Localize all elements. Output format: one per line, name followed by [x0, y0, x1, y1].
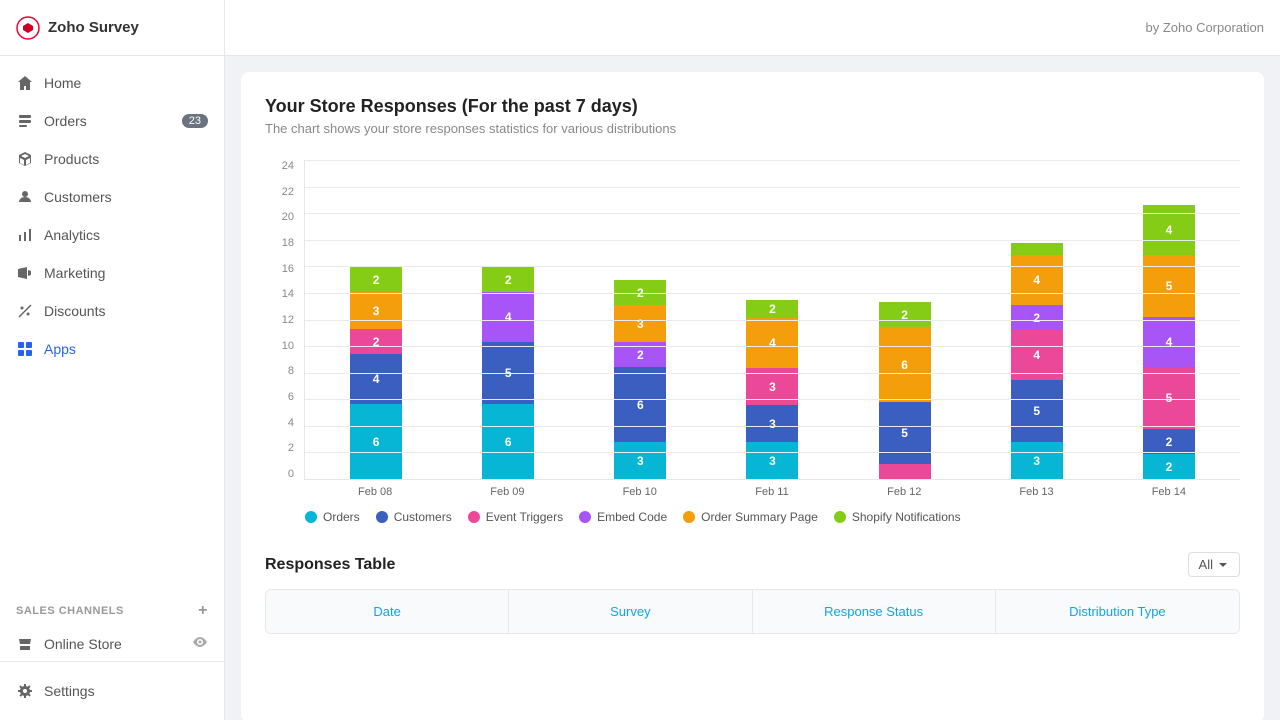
bars-row: 6 4 2 3 2 6 [305, 160, 1240, 479]
app-logo-text: Zoho Survey [48, 19, 139, 36]
legend-customers: Customers [376, 510, 452, 524]
y-axis: 0 2 4 6 8 10 12 14 16 18 20 22 24 [265, 160, 300, 480]
marketing-icon [16, 264, 34, 282]
table-header-distribution-type: Distribution Type [996, 590, 1239, 633]
sidebar-item-settings-label: Settings [44, 683, 95, 699]
bar-group-feb12: 5 6 2 [844, 160, 966, 479]
legend-embed-code-label: Embed Code [597, 510, 667, 524]
chart-legend: Orders Customers Event Triggers Embed Co… [265, 510, 1240, 524]
legend-customers-label: Customers [394, 510, 452, 524]
sidebar-item-marketing[interactable]: Marketing [0, 254, 224, 292]
orders-icon [16, 112, 34, 130]
zoho-survey-logo-icon [16, 16, 40, 40]
sidebar-settings-section: Settings [0, 661, 224, 720]
sidebar-item-home[interactable]: Home [0, 64, 224, 102]
chart-wrapper: 0 2 4 6 8 10 12 14 16 18 20 22 24 [265, 160, 1240, 498]
table-header-response-status: Response Status [753, 590, 996, 633]
legend-event-triggers: Event Triggers [468, 510, 563, 524]
sidebar-item-customers[interactable]: Customers [0, 178, 224, 216]
legend-embed-code: Embed Code [579, 510, 667, 524]
responses-table: Date Survey Response Status Distribution… [265, 589, 1240, 634]
home-icon [16, 74, 34, 92]
sidebar-item-orders-label: Orders [44, 113, 87, 129]
bar-group-feb09: 6 5 4 2 [447, 160, 569, 479]
sidebar-item-customers-label: Customers [44, 189, 112, 205]
products-icon [16, 150, 34, 168]
orders-badge: 23 [182, 114, 208, 128]
sidebar-item-online-store[interactable]: Online Store [0, 626, 224, 661]
apps-icon [16, 340, 34, 358]
table-header-date: Date [266, 590, 509, 633]
sidebar-item-apps[interactable]: Apps [0, 330, 224, 368]
top-bar: by Zoho Corporation [225, 0, 1280, 56]
legend-embed-code-dot [579, 511, 591, 523]
x-axis-labels: Feb 08 Feb 09 Feb 10 Feb 11 Feb 12 Feb 1… [304, 480, 1240, 498]
responses-table-section: Responses Table All Date Survey Response… [265, 552, 1240, 634]
legend-customers-dot [376, 511, 388, 523]
legend-orders-dot [305, 511, 317, 523]
legend-order-summary: Order Summary Page [683, 510, 818, 524]
legend-shopify-label: Shopify Notifications [852, 510, 961, 524]
sidebar-item-apps-label: Apps [44, 341, 76, 357]
filter-dropdown[interactable]: All [1188, 552, 1240, 577]
customers-icon [16, 188, 34, 206]
chart-content: 6 4 2 3 2 6 [304, 160, 1240, 498]
analytics-icon [16, 226, 34, 244]
bar-group-feb10: 3 6 2 3 2 [579, 160, 701, 479]
zoho-branding: by Zoho Corporation [1145, 20, 1264, 35]
table-header-row: Date Survey Response Status Distribution… [266, 590, 1239, 633]
sales-channels-label: SALES CHANNELS [16, 605, 124, 617]
sidebar-item-discounts-label: Discounts [44, 303, 105, 319]
sidebar-item-discounts[interactable]: Discounts [0, 292, 224, 330]
responses-table-title: Responses Table [265, 556, 395, 574]
sidebar-item-analytics-label: Analytics [44, 227, 100, 243]
sidebar-item-marketing-label: Marketing [44, 265, 105, 281]
sales-channels-section: SALES CHANNELS + [0, 590, 224, 626]
legend-order-summary-dot [683, 511, 695, 523]
legend-event-triggers-dot [468, 511, 480, 523]
sidebar: Zoho Survey Home Orders 23 Products [0, 0, 225, 720]
bar-group-feb13: 3 5 4 2 4 [976, 160, 1098, 479]
online-store-label: Online Store [44, 636, 122, 652]
sidebar-nav: Home Orders 23 Products Customers [0, 56, 224, 590]
legend-event-triggers-label: Event Triggers [486, 510, 563, 524]
visibility-icon[interactable] [192, 634, 208, 653]
chart-title: Your Store Responses (For the past 7 day… [265, 96, 1240, 117]
chart-subtitle: The chart shows your store responses sta… [265, 121, 1240, 136]
filter-value: All [1199, 557, 1213, 572]
sidebar-item-home-label: Home [44, 75, 81, 91]
bar-group-feb08: 6 4 2 3 2 [315, 160, 437, 479]
main-content: by Zoho Corporation Your Store Responses… [225, 0, 1280, 720]
legend-shopify-dot [834, 511, 846, 523]
bar-group-feb14: 2 2 5 4 5 4 [1108, 160, 1230, 479]
add-sales-channel-button[interactable]: + [198, 602, 208, 620]
bars-area: 6 4 2 3 2 6 [304, 160, 1240, 480]
table-header-survey: Survey [509, 590, 752, 633]
settings-icon [16, 682, 34, 700]
chevron-down-icon [1217, 559, 1229, 571]
sidebar-item-products-label: Products [44, 151, 99, 167]
sidebar-item-orders[interactable]: Orders 23 [0, 102, 224, 140]
sidebar-item-analytics[interactable]: Analytics [0, 216, 224, 254]
legend-shopify: Shopify Notifications [834, 510, 961, 524]
legend-orders-label: Orders [323, 510, 360, 524]
sidebar-logo: Zoho Survey [0, 0, 224, 56]
chart-section: Your Store Responses (For the past 7 day… [265, 96, 1240, 524]
discounts-icon [16, 302, 34, 320]
legend-orders: Orders [305, 510, 360, 524]
bar-group-feb11: 3 3 3 4 2 [711, 160, 833, 479]
responses-header: Responses Table All [265, 552, 1240, 577]
legend-order-summary-label: Order Summary Page [701, 510, 818, 524]
content-area: Your Store Responses (For the past 7 day… [241, 72, 1264, 720]
sidebar-item-products[interactable]: Products [0, 140, 224, 178]
sidebar-item-settings[interactable]: Settings [0, 672, 224, 710]
online-store-icon [16, 635, 34, 653]
